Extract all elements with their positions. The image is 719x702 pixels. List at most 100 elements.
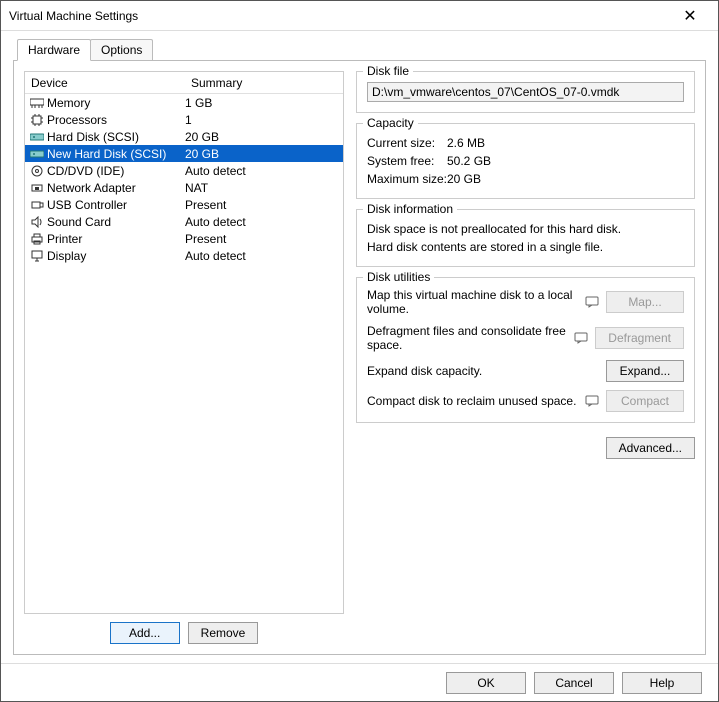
right-bottom-buttons: Advanced... xyxy=(356,437,695,459)
current-size-label: Current size: xyxy=(367,134,447,152)
usb-icon xyxy=(29,197,45,213)
device-label: Network Adapter xyxy=(47,181,136,195)
header-summary[interactable]: Summary xyxy=(185,76,343,90)
device-label: CD/DVD (IDE) xyxy=(47,164,124,178)
util-defrag-text: Defragment files and consolidate free sp… xyxy=(367,324,567,352)
display-icon xyxy=(29,248,45,264)
cd-dvd-icon xyxy=(29,163,45,179)
cancel-button[interactable]: Cancel xyxy=(534,672,614,694)
spacer-icon xyxy=(584,364,600,378)
disk-info-group: Disk information Disk space is not preal… xyxy=(356,209,695,267)
printer-icon xyxy=(29,231,45,247)
disk-utilities-group: Disk utilities Map this virtual machine … xyxy=(356,277,695,423)
tabs: Hardware Options xyxy=(17,39,706,61)
capacity-legend: Capacity xyxy=(363,116,418,130)
device-row-network[interactable]: Network Adapter NAT xyxy=(25,179,343,196)
device-row-display[interactable]: Display Auto detect xyxy=(25,247,343,264)
hard-disk-icon xyxy=(29,129,45,145)
device-summary: Auto detect xyxy=(185,249,343,263)
current-size-value: 2.6 MB xyxy=(447,134,485,152)
disk-file-group: Disk file xyxy=(356,71,695,113)
processors-icon xyxy=(29,112,45,128)
device-label: Printer xyxy=(47,232,82,246)
device-summary: Auto detect xyxy=(185,215,343,229)
disk-utilities-legend: Disk utilities xyxy=(363,270,434,284)
window-title: Virtual Machine Settings xyxy=(9,9,670,23)
max-size-value: 20 GB xyxy=(447,170,481,188)
util-expand-text: Expand disk capacity. xyxy=(367,364,578,378)
device-row-printer[interactable]: Printer Present xyxy=(25,230,343,247)
defragment-button[interactable]: Defragment xyxy=(595,327,684,349)
tab-panel: Device Summary Memory 1 GB xyxy=(13,60,706,655)
map-button[interactable]: Map... xyxy=(606,291,684,313)
util-map-text: Map this virtual machine disk to a local… xyxy=(367,288,578,316)
disk-file-legend: Disk file xyxy=(363,64,413,78)
disk-info-legend: Disk information xyxy=(363,202,457,216)
titlebar: Virtual Machine Settings ✕ xyxy=(1,1,718,31)
right-pane: Disk file Capacity Current size: 2.6 MB … xyxy=(356,71,695,644)
util-expand-row: Expand disk capacity. Expand... xyxy=(367,360,684,382)
disk-info-line2: Hard disk contents are stored in a singl… xyxy=(367,238,684,256)
device-row-new-hard-disk[interactable]: New Hard Disk (SCSI) 20 GB xyxy=(25,145,343,162)
capacity-max: Maximum size: 20 GB xyxy=(367,170,684,188)
util-compact-row: Compact disk to reclaim unused space. Co… xyxy=(367,390,684,412)
device-label: Sound Card xyxy=(47,215,111,229)
footer: OK Cancel Help xyxy=(1,663,718,701)
device-label: Memory xyxy=(47,96,90,110)
capacity-free: System free: 50.2 GB xyxy=(367,152,684,170)
util-compact-text: Compact disk to reclaim unused space. xyxy=(367,394,578,408)
max-size-label: Maximum size: xyxy=(367,170,447,188)
util-defrag-row: Defragment files and consolidate free sp… xyxy=(367,324,684,352)
device-label: Processors xyxy=(47,113,107,127)
tab-hardware[interactable]: Hardware xyxy=(17,39,91,61)
hard-disk-icon xyxy=(29,146,45,162)
advanced-button[interactable]: Advanced... xyxy=(606,437,695,459)
capacity-current: Current size: 2.6 MB xyxy=(367,134,684,152)
device-row-processors[interactable]: Processors 1 xyxy=(25,111,343,128)
network-icon xyxy=(29,180,45,196)
header-device[interactable]: Device xyxy=(25,76,185,90)
device-summary: NAT xyxy=(185,181,343,195)
system-free-value: 50.2 GB xyxy=(447,152,491,170)
device-row-memory[interactable]: Memory 1 GB xyxy=(25,94,343,111)
info-icon[interactable] xyxy=(584,295,600,309)
system-free-label: System free: xyxy=(367,152,447,170)
capacity-group: Capacity Current size: 2.6 MB System fre… xyxy=(356,123,695,199)
device-summary: 1 xyxy=(185,113,343,127)
ok-button[interactable]: OK xyxy=(446,672,526,694)
info-icon[interactable] xyxy=(584,394,600,408)
device-list[interactable]: Device Summary Memory 1 GB xyxy=(24,71,344,614)
device-summary: 1 GB xyxy=(185,96,343,110)
device-summary: Auto detect xyxy=(185,164,343,178)
device-label: Hard Disk (SCSI) xyxy=(47,130,139,144)
device-list-buttons: Add... Remove xyxy=(24,622,344,644)
disk-info-line1: Disk space is not preallocated for this … xyxy=(367,220,684,238)
info-icon[interactable] xyxy=(573,331,589,345)
device-summary: 20 GB xyxy=(185,147,343,161)
device-summary: Present xyxy=(185,198,343,212)
settings-window: Virtual Machine Settings ✕ Hardware Opti… xyxy=(0,0,719,702)
device-label: New Hard Disk (SCSI) xyxy=(47,147,166,161)
device-row-sound[interactable]: Sound Card Auto detect xyxy=(25,213,343,230)
compact-button[interactable]: Compact xyxy=(606,390,684,412)
tab-options[interactable]: Options xyxy=(90,39,153,61)
device-label: USB Controller xyxy=(47,198,127,212)
device-summary: Present xyxy=(185,232,343,246)
remove-button[interactable]: Remove xyxy=(188,622,259,644)
help-button[interactable]: Help xyxy=(622,672,702,694)
disk-file-input[interactable] xyxy=(367,82,684,102)
sound-icon xyxy=(29,214,45,230)
expand-button[interactable]: Expand... xyxy=(606,360,684,382)
close-icon[interactable]: ✕ xyxy=(670,6,710,26)
add-button[interactable]: Add... xyxy=(110,622,180,644)
device-summary: 20 GB xyxy=(185,130,343,144)
device-row-hard-disk[interactable]: Hard Disk (SCSI) 20 GB xyxy=(25,128,343,145)
content-area: Hardware Options Device Summary xyxy=(1,31,718,663)
device-row-usb[interactable]: USB Controller Present xyxy=(25,196,343,213)
device-label: Display xyxy=(47,249,86,263)
device-row-cd-dvd[interactable]: CD/DVD (IDE) Auto detect xyxy=(25,162,343,179)
device-list-header: Device Summary xyxy=(25,72,343,94)
util-map-row: Map this virtual machine disk to a local… xyxy=(367,288,684,316)
left-pane: Device Summary Memory 1 GB xyxy=(24,71,344,644)
memory-icon xyxy=(29,95,45,111)
